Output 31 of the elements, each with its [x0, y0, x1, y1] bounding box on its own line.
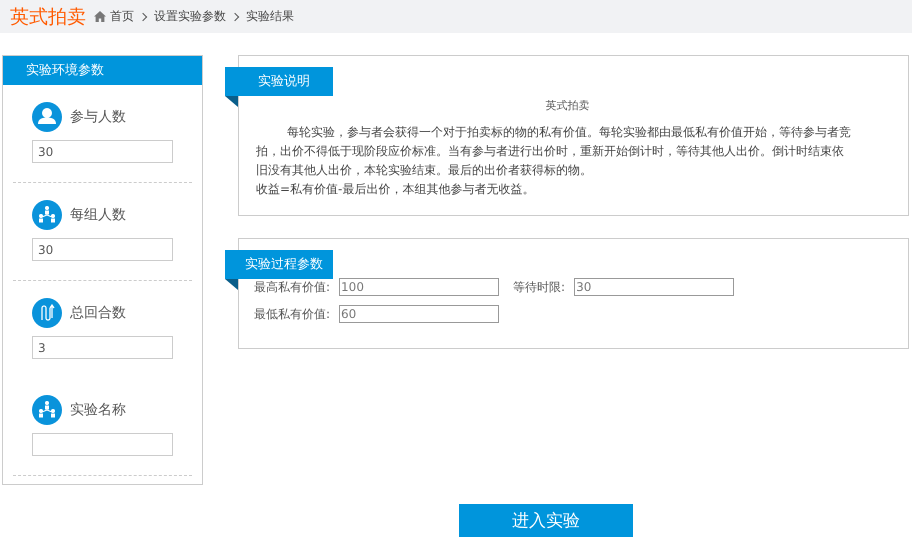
field-label: 等待时限:	[513, 278, 566, 296]
param-input[interactable]: 30	[32, 140, 173, 163]
people-icon	[32, 200, 62, 230]
input-field[interactable]: 100	[339, 278, 500, 296]
param-input[interactable]: 3	[32, 336, 173, 359]
breadcrumb-link[interactable]: 设置实验参数	[154, 8, 226, 25]
home-icon[interactable]	[94, 11, 106, 22]
param-label: 参与人数	[70, 108, 126, 126]
breadcrumb-link[interactable]: 实验结果	[246, 8, 294, 25]
breadcrumb-link[interactable]: 首页	[110, 8, 134, 25]
page-title: 英式拍卖	[10, 4, 86, 30]
param-label: 实验名称	[70, 401, 126, 419]
section-subtitle: 英式拍卖	[546, 98, 590, 113]
section-title: 实验说明	[225, 67, 333, 96]
field-label: 最高私有价值:	[254, 278, 330, 296]
description-text: 每轮实验，参与者会获得一个对于拍卖标的物的私有价值。每轮实验都由最低私有价值开始，等待参与者竞拍，出价不得低于现阶段应价标准。当有参与者进行出价时，重新开始倒计时，等待其他人出价。倒计时结束依旧没有其他人出价，本轮实验结束。最后的出价者获得标的物。	[256, 124, 852, 179]
input-field[interactable]: 30	[574, 278, 734, 296]
field-label: 最低私有价值:	[254, 306, 330, 322]
param-input[interactable]: 30	[32, 238, 173, 261]
ribbon-fold	[225, 279, 238, 290]
param-label: 总回合数	[70, 304, 126, 322]
person-icon	[32, 102, 62, 132]
input-field[interactable]: 60	[339, 305, 500, 323]
section-title: 实验过程参数	[225, 250, 333, 279]
param-label: 每组人数	[70, 206, 126, 224]
people-icon	[32, 395, 62, 425]
paperclip-icon	[32, 298, 62, 328]
ribbon-fold	[225, 96, 238, 107]
description-text: 收益=私有价值-最后出价，本组其他参与者无收益。	[256, 181, 536, 198]
panel-title: 实验环境参数	[3, 56, 202, 85]
param-input[interactable]	[32, 433, 173, 456]
